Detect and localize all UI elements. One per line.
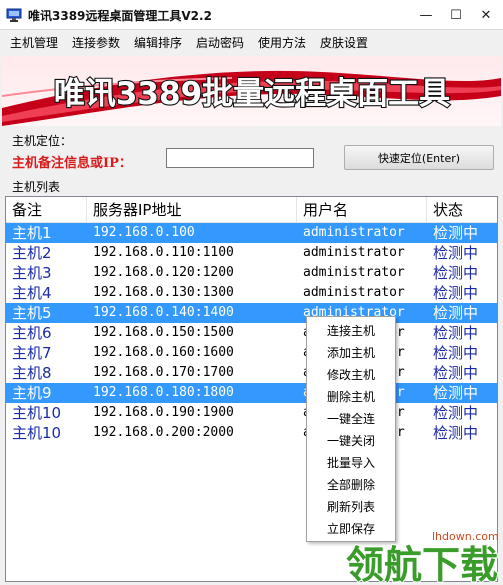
table-row[interactable]: 主机1 192.168.0.100 administrator 检测中 bbox=[6, 223, 497, 243]
column-header-user[interactable]: 用户名 bbox=[297, 197, 427, 223]
menu-bar: 主机管理 连接参数 编辑排序 启动密码 使用方法 皮肤设置 bbox=[0, 30, 503, 54]
title-bar: 唯讯3389远程桌面管理工具V2.2 — ☐ ✕ bbox=[0, 0, 503, 30]
host-address-cell: 192.168.0.110:1100 bbox=[93, 245, 234, 260]
context-menu-item[interactable]: 立即保存 bbox=[307, 518, 395, 540]
host-list[interactable]: 备注 服务器IP地址 用户名 状态 主机1 192.168.0.100 admini… bbox=[5, 196, 498, 582]
maximize-button[interactable]: ☐ bbox=[441, 0, 471, 30]
host-status-cell: 检测中 bbox=[433, 384, 479, 402]
table-row[interactable]: 主机8192.168.0.170:1700administrator检测中 bbox=[6, 363, 497, 383]
host-status-cell: 检测中 bbox=[433, 424, 479, 442]
menu-edit-sort[interactable]: 编辑排序 bbox=[134, 34, 182, 51]
host-note-cell: 主机4 bbox=[12, 284, 52, 302]
window-title: 唯讯3389远程桌面管理工具V2.2 bbox=[28, 9, 212, 23]
column-header-note[interactable]: 备注 bbox=[6, 197, 87, 223]
context-menu-item[interactable]: 修改主机 bbox=[307, 364, 395, 386]
context-menu-item[interactable]: 一键全连 bbox=[307, 408, 395, 430]
table-row[interactable]: 主机3 192.168.0.120:1200 administrator 检测中 bbox=[6, 263, 497, 283]
banner-text: 唯讯3389批量远程桌面工具 bbox=[54, 76, 450, 112]
app-monitor-icon bbox=[6, 8, 22, 22]
close-button[interactable]: ✕ bbox=[471, 0, 501, 30]
host-address-cell: 192.168.0.130:1300 bbox=[93, 285, 234, 300]
host-note-cell: 主机7 bbox=[12, 344, 52, 362]
context-menu: 连接主机 添加主机 修改主机 删除主机 一键全连 一键关闭 批量导入 全部删除 刷新列表 立即保存 bbox=[306, 316, 396, 542]
table-row[interactable]: 主机5 192.168.0.140:1400 administrator 检测中 bbox=[6, 303, 497, 323]
host-note-cell: 主机5 bbox=[12, 304, 52, 322]
table-row[interactable]: 主机10192.168.0.190:1900administrator检测中 bbox=[6, 403, 497, 423]
host-address-cell: 192.168.0.120:1200 bbox=[93, 265, 234, 280]
context-menu-item[interactable]: 一键关闭 bbox=[307, 430, 395, 452]
host-note-cell: 主机1 bbox=[12, 224, 52, 242]
host-user-cell: administrator bbox=[303, 245, 405, 260]
host-list-caption: 主机列表 bbox=[12, 180, 61, 194]
quick-locate-button[interactable]: 快速定位(Enter) bbox=[344, 145, 494, 170]
banner-graphic: 唯讯3389批量远程桌面工具 bbox=[2, 56, 501, 126]
host-status-cell: 检测中 bbox=[433, 404, 479, 422]
host-note-cell: 主机6 bbox=[12, 324, 52, 342]
host-user-cell: administrator bbox=[303, 265, 405, 280]
host-note-cell: 主机10 bbox=[12, 404, 62, 422]
locate-group: 主机定位： 主机备注信息或IP： 快速定位(Enter) bbox=[4, 128, 499, 176]
brand-banner: 唯讯3389批量远程桌面工具 bbox=[2, 56, 501, 126]
host-address-cell: 192.168.0.190:1900 bbox=[93, 405, 234, 420]
host-status-cell: 检测中 bbox=[433, 344, 479, 362]
table-row[interactable]: 主机6192.168.0.150:1500administrator检测中 bbox=[6, 323, 497, 343]
context-menu-item[interactable]: 添加主机 bbox=[307, 342, 395, 364]
host-status-cell: 检测中 bbox=[433, 304, 479, 322]
host-user-cell: administrator bbox=[303, 225, 405, 240]
host-address-cell: 192.168.0.100 bbox=[93, 225, 195, 240]
table-row[interactable]: 主机7192.168.0.160:1600administrator检测中 bbox=[6, 343, 497, 363]
host-address-cell: 192.168.0.150:1500 bbox=[93, 325, 234, 340]
column-header-address[interactable]: 服务器IP地址 bbox=[87, 197, 297, 223]
table-row[interactable]: 主机2 192.168.0.110:1100 administrator 检测中 bbox=[6, 243, 497, 263]
host-note-cell: 主机9 bbox=[12, 384, 52, 402]
menu-startup-password[interactable]: 启动密码 bbox=[196, 34, 244, 51]
context-menu-item[interactable]: 删除主机 bbox=[307, 386, 395, 408]
minimize-button[interactable]: — bbox=[411, 0, 441, 30]
menu-usage-help[interactable]: 使用方法 bbox=[258, 34, 306, 51]
table-row[interactable]: 主机4 192.168.0.130:1300 administrator 检测中 bbox=[6, 283, 497, 303]
watermark-logo: 领航下载 bbox=[345, 542, 499, 584]
context-menu-item[interactable]: 批量导入 bbox=[307, 452, 395, 474]
host-note-cell: 主机8 bbox=[12, 364, 52, 382]
table-row[interactable]: 主机9192.168.0.180:1800administrator检测中 bbox=[6, 383, 497, 403]
host-note-cell: 主机3 bbox=[12, 264, 52, 282]
host-note-cell: 主机2 bbox=[12, 244, 52, 262]
context-menu-item[interactable]: 全部删除 bbox=[307, 474, 395, 496]
host-status-cell: 检测中 bbox=[433, 324, 479, 342]
host-status-cell: 检测中 bbox=[433, 224, 479, 242]
table-row[interactable]: 主机10192.168.0.200:2000administrator检测中 bbox=[6, 423, 497, 443]
column-header-status[interactable]: 状态 bbox=[427, 197, 497, 223]
host-address-cell: 192.168.0.140:1400 bbox=[93, 305, 234, 320]
watermark-text: 领航下载 bbox=[346, 543, 498, 584]
context-menu-item[interactable]: 连接主机 bbox=[307, 320, 395, 342]
locate-label: 主机备注信息或IP： bbox=[12, 156, 132, 171]
context-menu-item[interactable]: 刷新列表 bbox=[307, 496, 395, 518]
host-user-cell: administrator bbox=[303, 285, 405, 300]
menu-host-management[interactable]: 主机管理 bbox=[10, 34, 58, 51]
host-list-header: 备注 服务器IP地址 用户名 状态 bbox=[6, 197, 497, 223]
host-address-cell: 192.168.0.170:1700 bbox=[93, 365, 234, 380]
host-status-cell: 检测中 bbox=[433, 364, 479, 382]
locate-caption: 主机定位： bbox=[12, 134, 73, 148]
host-address-cell: 192.168.0.160:1600 bbox=[93, 345, 234, 360]
host-note-cell: 主机10 bbox=[12, 424, 62, 442]
host-address-cell: 192.168.0.200:2000 bbox=[93, 425, 234, 440]
host-status-cell: 检测中 bbox=[433, 284, 479, 302]
host-status-cell: 检测中 bbox=[433, 264, 479, 282]
menu-skin-settings[interactable]: 皮肤设置 bbox=[320, 34, 368, 51]
host-status-cell: 检测中 bbox=[433, 244, 479, 262]
menu-connection-params[interactable]: 连接参数 bbox=[72, 34, 120, 51]
host-address-cell: 192.168.0.180:1800 bbox=[93, 385, 234, 400]
locate-input[interactable] bbox=[166, 148, 314, 168]
